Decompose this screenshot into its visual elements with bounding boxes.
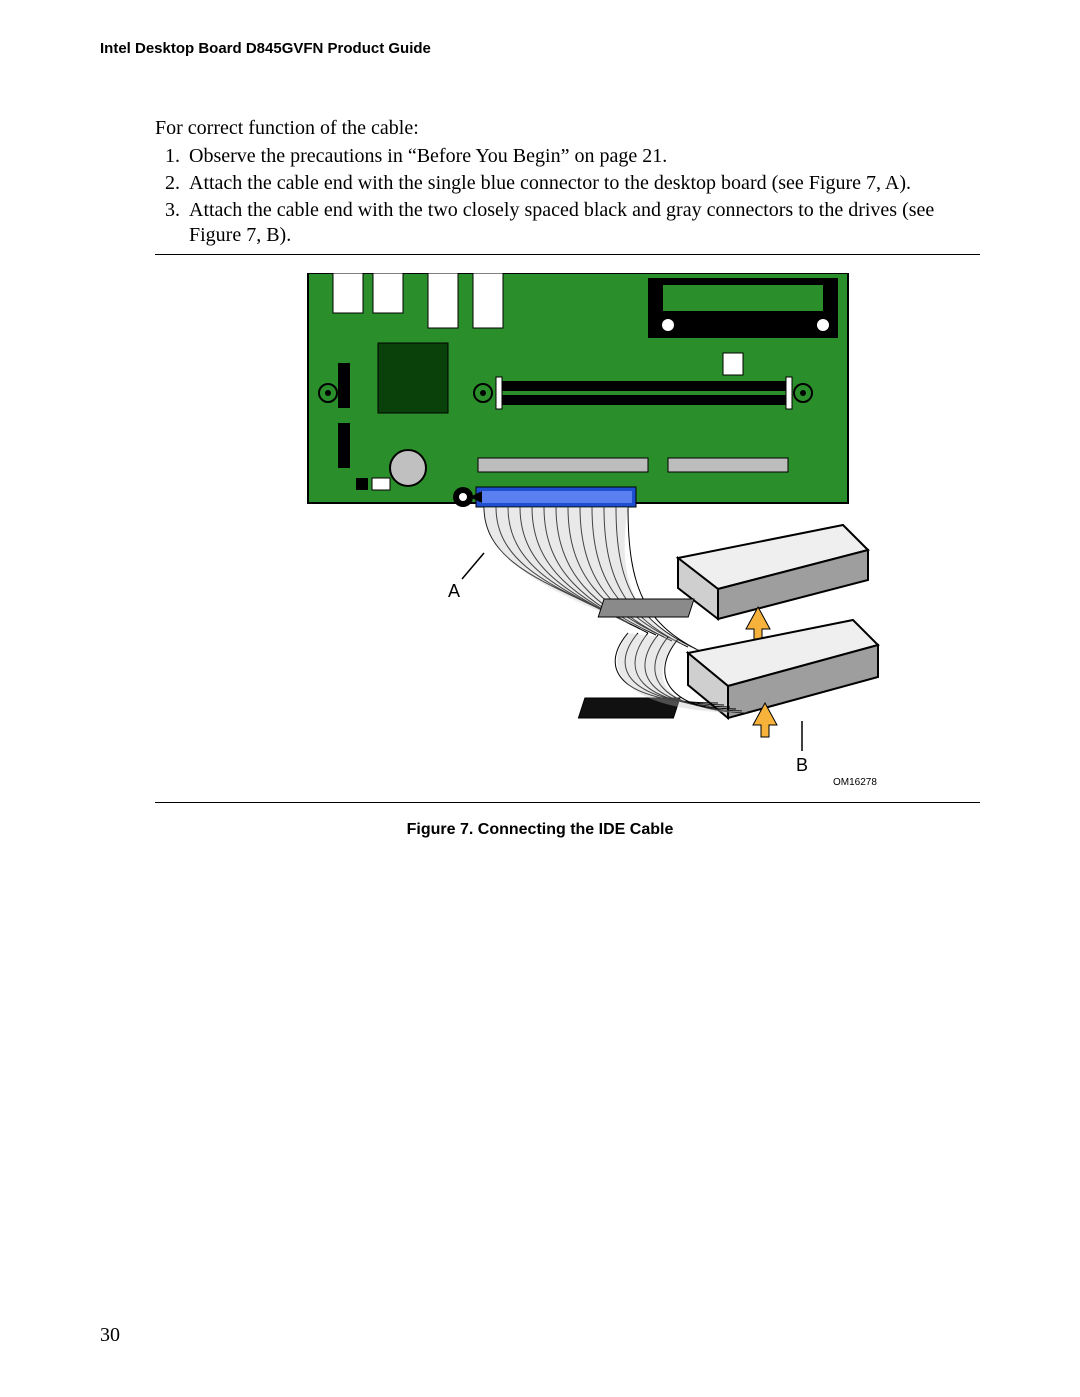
steps-list: Observe the precautions in “Before You B… [155, 144, 980, 248]
figure-7: A B OM16278 [155, 273, 980, 798]
step-1: Observe the precautions in “Before You B… [185, 144, 980, 169]
figure-label-a: A [448, 581, 460, 601]
page-number: 30 [100, 1324, 120, 1347]
divider-top [155, 254, 980, 255]
step-3: Attach the cable end with the two closel… [185, 198, 980, 248]
figure-caption: Figure 7. Connecting the IDE Cable [100, 821, 980, 839]
figure-label-b: B [796, 755, 808, 775]
step-2: Attach the cable end with the single blu… [185, 171, 980, 196]
figure-image-id: OM16278 [833, 777, 877, 788]
figure-7-illustration: A B OM16278 [248, 273, 888, 793]
divider-bottom [155, 802, 980, 803]
running-header: Intel Desktop Board D845GVFN Product Gui… [100, 40, 980, 57]
page: Intel Desktop Board D845GVFN Product Gui… [0, 0, 1080, 1397]
intro-text: For correct function of the cable: [155, 117, 980, 140]
